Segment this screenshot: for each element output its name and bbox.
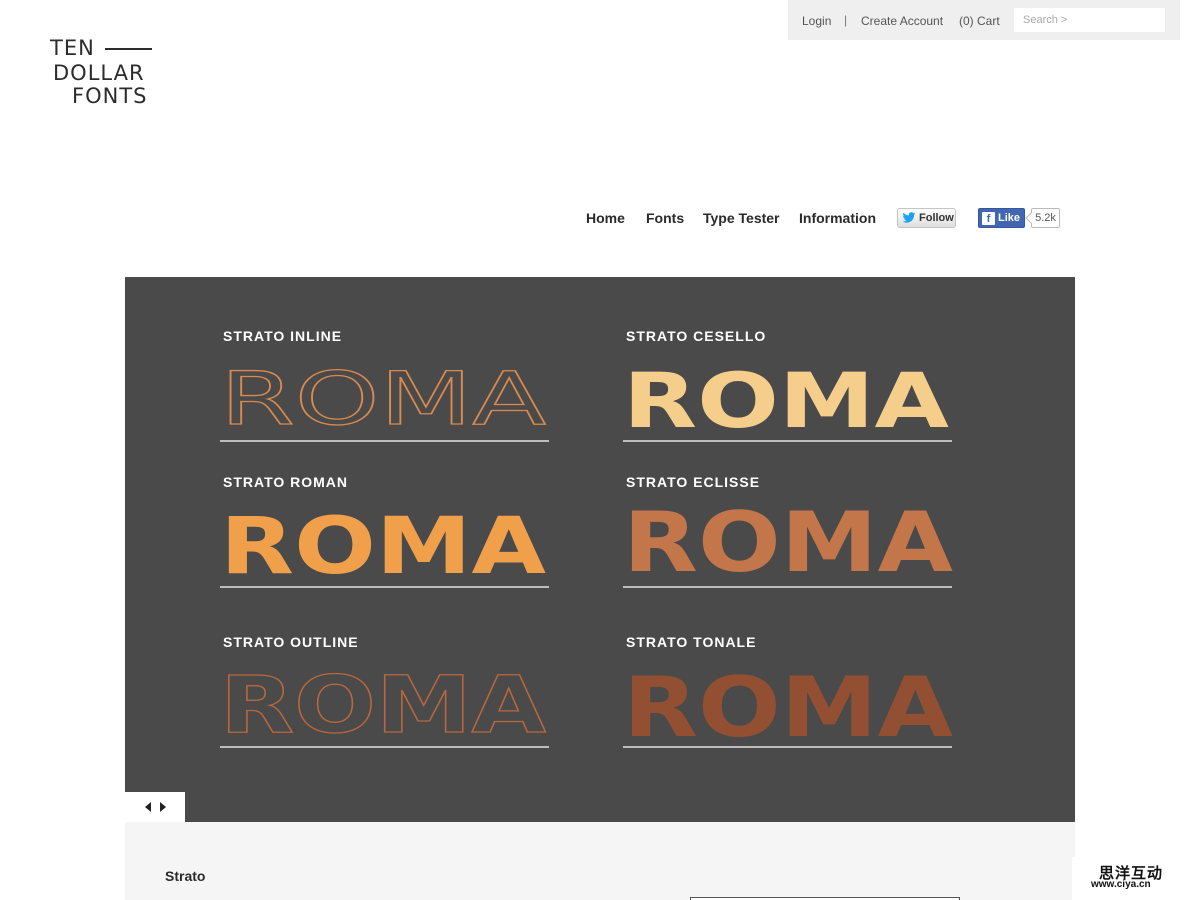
- specimen-rule: [623, 746, 952, 748]
- slider-controls: [125, 792, 185, 822]
- logo-rule: [105, 48, 152, 50]
- watermark: 思洋互动 www.ciya.cn: [1072, 857, 1200, 900]
- specimen-label-inline: STRATO INLINE: [223, 328, 343, 344]
- logo-line-ten: TEN: [50, 36, 95, 60]
- utility-separator: |: [844, 13, 848, 27]
- create-account-link[interactable]: Create Account: [861, 14, 943, 28]
- facebook-like-count: 5.2k: [1031, 208, 1060, 228]
- twitter-follow-button[interactable]: Follow: [897, 208, 956, 228]
- specimen-sample-outline: ROMA: [219, 660, 546, 751]
- specimen-word: ROMA: [220, 502, 546, 592]
- search-input[interactable]: [1014, 8, 1165, 32]
- prev-slide-arrow-icon[interactable]: [144, 802, 151, 812]
- font-family-name: Strato: [165, 868, 206, 884]
- font-info-panel: Strato: [125, 822, 1075, 900]
- twitter-follow-label: Follow: [919, 212, 954, 224]
- specimen-rule: [220, 440, 549, 442]
- specimen-sample-inline: ROMA: [219, 356, 546, 442]
- nav-information[interactable]: Information: [799, 210, 876, 226]
- specimen-sample-cesello: ROMA: [623, 356, 949, 445]
- nav-fonts[interactable]: Fonts: [646, 210, 684, 226]
- twitter-bird-icon: [902, 212, 916, 223]
- cart-link[interactable]: (0) Cart: [959, 14, 1000, 28]
- login-link[interactable]: Login: [802, 14, 831, 28]
- specimen-word: ROMA: [220, 357, 546, 442]
- logo-line-dollar: DOLLAR: [53, 61, 145, 85]
- facebook-f-icon: f: [982, 211, 995, 225]
- specimen-rule: [623, 586, 952, 588]
- ten-dollar-fonts-logo[interactable]: TEN DOLLAR FONTS: [50, 38, 160, 110]
- facebook-like-button[interactable]: f Like: [978, 208, 1025, 228]
- nav-home[interactable]: Home: [586, 210, 625, 226]
- specimen-sample-tonale: ROMA: [623, 659, 953, 756]
- specimen-label-roman: STRATO ROMAN: [223, 474, 349, 490]
- specimen-label-eclisse: STRATO ECLISSE: [626, 474, 761, 490]
- specimen-label-tonale: STRATO TONALE: [626, 634, 757, 650]
- logo-line-fonts: FONTS: [72, 84, 148, 108]
- specimen-label-outline: STRATO OUTLINE: [223, 634, 359, 650]
- specimen-word: ROMA: [623, 356, 949, 445]
- next-slide-arrow-icon[interactable]: [159, 802, 166, 812]
- specimen-sample-roman: ROMA: [220, 502, 546, 592]
- specimen-label-cesello: STRATO CESELLO: [626, 328, 767, 344]
- specimen-rule: [220, 746, 549, 748]
- specimen-sample-eclisse: ROMA: [623, 494, 953, 591]
- font-slider: STRATO INLINE ROMA STRATO ROMAN ROMA STR…: [125, 277, 1075, 822]
- specimen-word: ROMA: [623, 659, 953, 756]
- facebook-like-label: Like: [998, 212, 1021, 224]
- nav-type-tester[interactable]: Type Tester: [703, 210, 780, 226]
- specimen-word: ROMA: [623, 494, 953, 591]
- specimen-rule: [623, 440, 952, 442]
- specimen-word: ROMA: [220, 661, 546, 751]
- specimen-rule: [220, 586, 549, 588]
- watermark-url: www.ciya.cn: [1091, 879, 1151, 890]
